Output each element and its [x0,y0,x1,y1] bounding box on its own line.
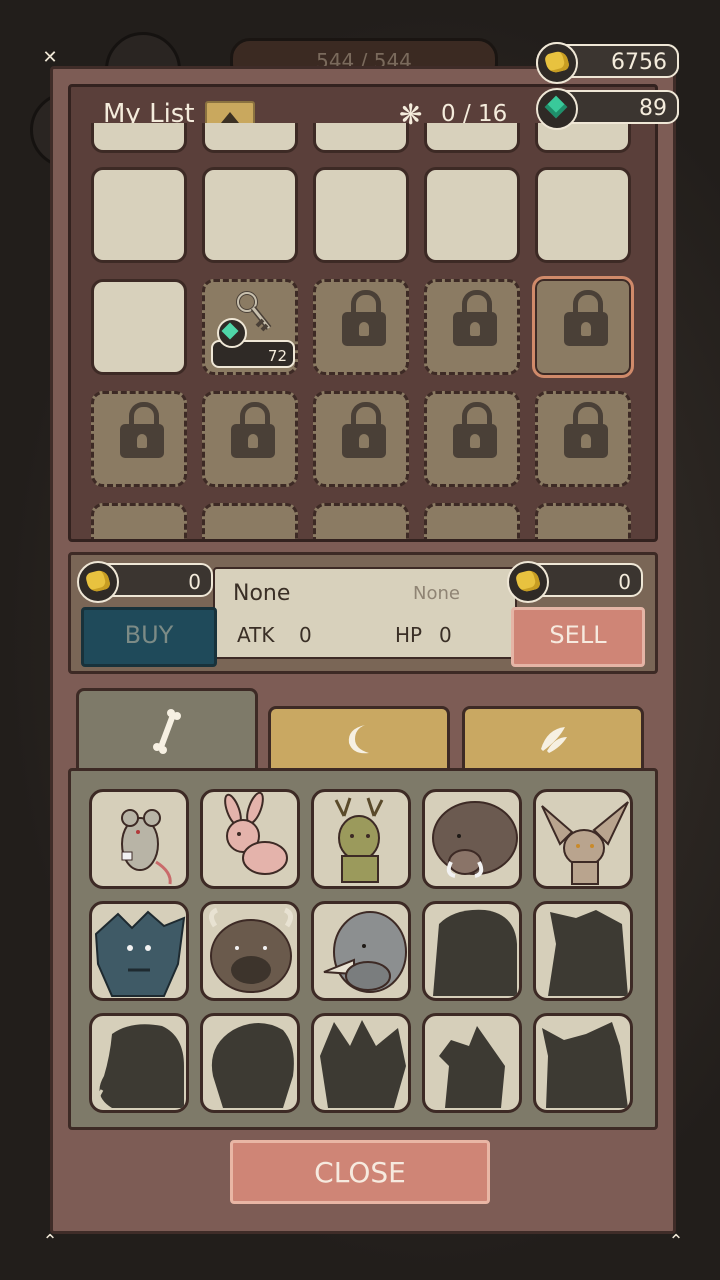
list-slot[interactable] [424,167,520,263]
tab-monsters-3[interactable] [462,706,644,772]
sell-button[interactable]: SELL [511,607,645,667]
monster-card-deer[interactable] [311,789,411,889]
locked-slot[interactable] [535,503,631,539]
gold-coin-icon [77,561,119,603]
monster-card-wolf[interactable] [89,901,189,1001]
wing-icon [465,709,641,769]
list-slot[interactable] [424,123,520,153]
tab-monsters-2[interactable] [268,706,450,772]
monster-card-rabbit[interactable] [200,789,300,889]
corner-ornament: ⌃ [668,1231,684,1252]
bone-icon [79,691,255,771]
item-type: None [413,583,460,604]
lock-icon [564,402,608,458]
close-button[interactable]: CLOSE [230,1140,490,1204]
list-slot[interactable] [91,123,187,153]
hp-value: 0 [439,623,452,647]
monster-card-locked[interactable] [89,1013,189,1113]
monster-card-boar[interactable] [422,789,522,889]
lock-icon [231,402,275,458]
monster-card-locked[interactable] [422,1013,522,1113]
locked-slot[interactable] [313,391,409,487]
list-slot[interactable] [313,167,409,263]
list-slot[interactable] [313,123,409,153]
lock-icon [342,402,386,458]
lock-icon [120,402,164,458]
locked-slot[interactable] [535,391,631,487]
locked-slot[interactable] [91,391,187,487]
locked-slot[interactable] [91,503,187,539]
monster-card-rhino[interactable] [311,901,411,1001]
monster-card-locked[interactable] [311,1013,411,1113]
corner-ornament: ⌃ [42,1231,58,1252]
locked-slot[interactable] [313,279,409,375]
corner-ornament: ✕ [42,47,58,68]
gold-coin-icon [536,42,578,84]
tab-monsters-1[interactable] [76,688,258,774]
monster-card-rat[interactable] [89,789,189,889]
list-slot[interactable] [535,167,631,263]
moon-claw-icon [271,709,447,769]
item-name: None [233,581,291,606]
monster-card-fox[interactable] [533,789,633,889]
atk-label: ATK [237,623,275,647]
list-slot[interactable] [91,279,187,375]
gem-icon [217,318,247,348]
monster-card-locked[interactable] [533,1013,633,1113]
lock-icon [453,290,497,346]
locked-slot[interactable] [424,279,520,375]
lock-icon [453,402,497,458]
locked-slot[interactable] [313,503,409,539]
monster-card-bison[interactable] [200,901,300,1001]
selected-item-info: None None ATK 0 HP 0 [213,567,517,659]
gem-icon [536,88,578,130]
locked-slot[interactable] [202,391,298,487]
locked-slot[interactable] [202,503,298,539]
lock-icon [564,290,608,346]
buy-button[interactable]: BUY [81,607,217,667]
list-slot[interactable] [91,167,187,263]
hp-label: HP [395,623,423,647]
monster-card-locked[interactable] [422,901,522,1001]
atk-value: 0 [299,623,312,647]
gold-coin-icon [507,561,549,603]
unlock-slot-key[interactable]: 72 [202,279,298,375]
monster-card-locked[interactable] [533,901,633,1001]
my-list-panel[interactable]: My List ❋ 0 / 16 72 [68,84,658,542]
trade-panel: None None ATK 0 HP 0 0 0 BUY SELL [68,552,658,674]
monster-card-locked[interactable] [200,1013,300,1113]
locked-slot-selected[interactable] [532,276,634,378]
bestiary-grid [68,768,658,1130]
list-slot[interactable] [202,167,298,263]
locked-slot[interactable] [424,503,520,539]
lock-icon [342,290,386,346]
list-slot[interactable] [202,123,298,153]
locked-slot[interactable] [424,391,520,487]
